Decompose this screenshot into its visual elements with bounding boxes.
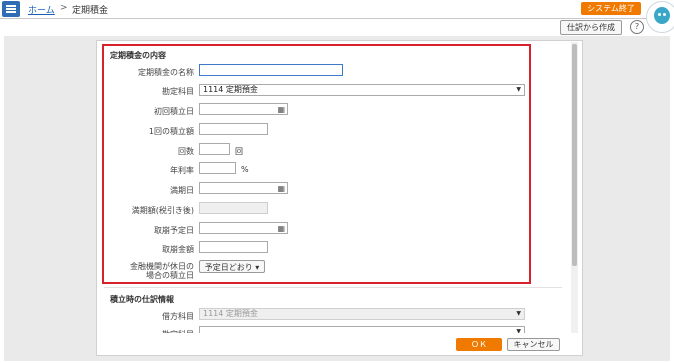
- holiday-dropdown-value: 予定日どおり: [204, 263, 253, 272]
- holiday-label-line2: 場合の積立日: [146, 271, 194, 280]
- chevron-down-icon: ▼: [516, 310, 521, 317]
- cancel-date-label: 取崩予定日: [154, 226, 194, 235]
- ok-button[interactable]: ＯＫ: [456, 338, 502, 351]
- section-title-journal: 積立時の仕訳情報: [110, 295, 174, 304]
- holiday-dropdown[interactable]: 予定日どおり ▾: [199, 260, 265, 273]
- count-input[interactable]: [199, 143, 230, 155]
- calendar-icon[interactable]: ▦: [277, 184, 285, 193]
- debit-select-value: 1114 定期預金: [203, 309, 258, 318]
- section-divider: [104, 287, 562, 288]
- rate-input[interactable]: [199, 162, 236, 174]
- maturity-amount-label: 満期額(税引き後): [131, 206, 194, 215]
- cancel-button[interactable]: キャンセル: [507, 338, 560, 351]
- count-unit: 回: [235, 147, 243, 156]
- cancel-amount-label: 取崩金額: [162, 245, 194, 254]
- count-label: 回数: [178, 147, 194, 156]
- system-exit-button[interactable]: システム終了: [581, 2, 641, 15]
- scrollbar-thumb[interactable]: [572, 44, 577, 266]
- holiday-label-line1: 金融機関が休日の: [130, 262, 194, 271]
- first-date-label: 初回積立日: [154, 107, 194, 116]
- rate-unit: %: [241, 165, 249, 174]
- maturity-amount-field: [199, 202, 268, 214]
- help-icon[interactable]: ?: [630, 20, 644, 34]
- section-title-content: 定期積金の内容: [110, 51, 166, 60]
- amount-input[interactable]: [199, 123, 268, 135]
- rate-label: 年利率: [170, 166, 194, 175]
- account-label: 勘定科目: [162, 87, 194, 96]
- amount-label: 1回の積立額: [148, 127, 194, 136]
- maturity-date-input[interactable]: ▦: [199, 182, 288, 194]
- cancel-date-input[interactable]: ▦: [199, 222, 288, 234]
- debit-label: 借方科目: [162, 312, 194, 321]
- debit-select: 1114 定期預金 ▼: [199, 308, 525, 320]
- account-select-value: 1114 定期預金: [203, 85, 258, 94]
- maturity-date-label: 満期日: [170, 186, 194, 195]
- holiday-label: 金融機関が休日の 場合の積立日: [110, 262, 194, 280]
- chevron-down-icon: ▼: [516, 86, 521, 93]
- top-bar: ホーム > 定期積金 システム終了: [0, 0, 674, 19]
- name-input[interactable]: [199, 64, 343, 76]
- breadcrumb-separator: >: [60, 3, 68, 13]
- create-from-journal-button[interactable]: 仕訳から作成: [560, 20, 622, 35]
- first-date-input[interactable]: ▦: [199, 103, 288, 115]
- name-label: 定期積金の名称: [138, 68, 194, 77]
- cancel-amount-input[interactable]: [199, 241, 268, 253]
- account-select[interactable]: 1114 定期預金 ▼: [199, 84, 525, 96]
- mascot-avatar-icon[interactable]: [646, 1, 674, 33]
- calendar-icon[interactable]: ▦: [277, 105, 285, 114]
- chevron-down-icon: ▾: [255, 263, 260, 272]
- breadcrumb-home-link[interactable]: ホーム: [28, 3, 55, 16]
- breadcrumb-current: 定期積金: [72, 6, 109, 16]
- hamburger-menu-icon[interactable]: [2, 1, 20, 17]
- calendar-icon[interactable]: ▦: [277, 224, 285, 233]
